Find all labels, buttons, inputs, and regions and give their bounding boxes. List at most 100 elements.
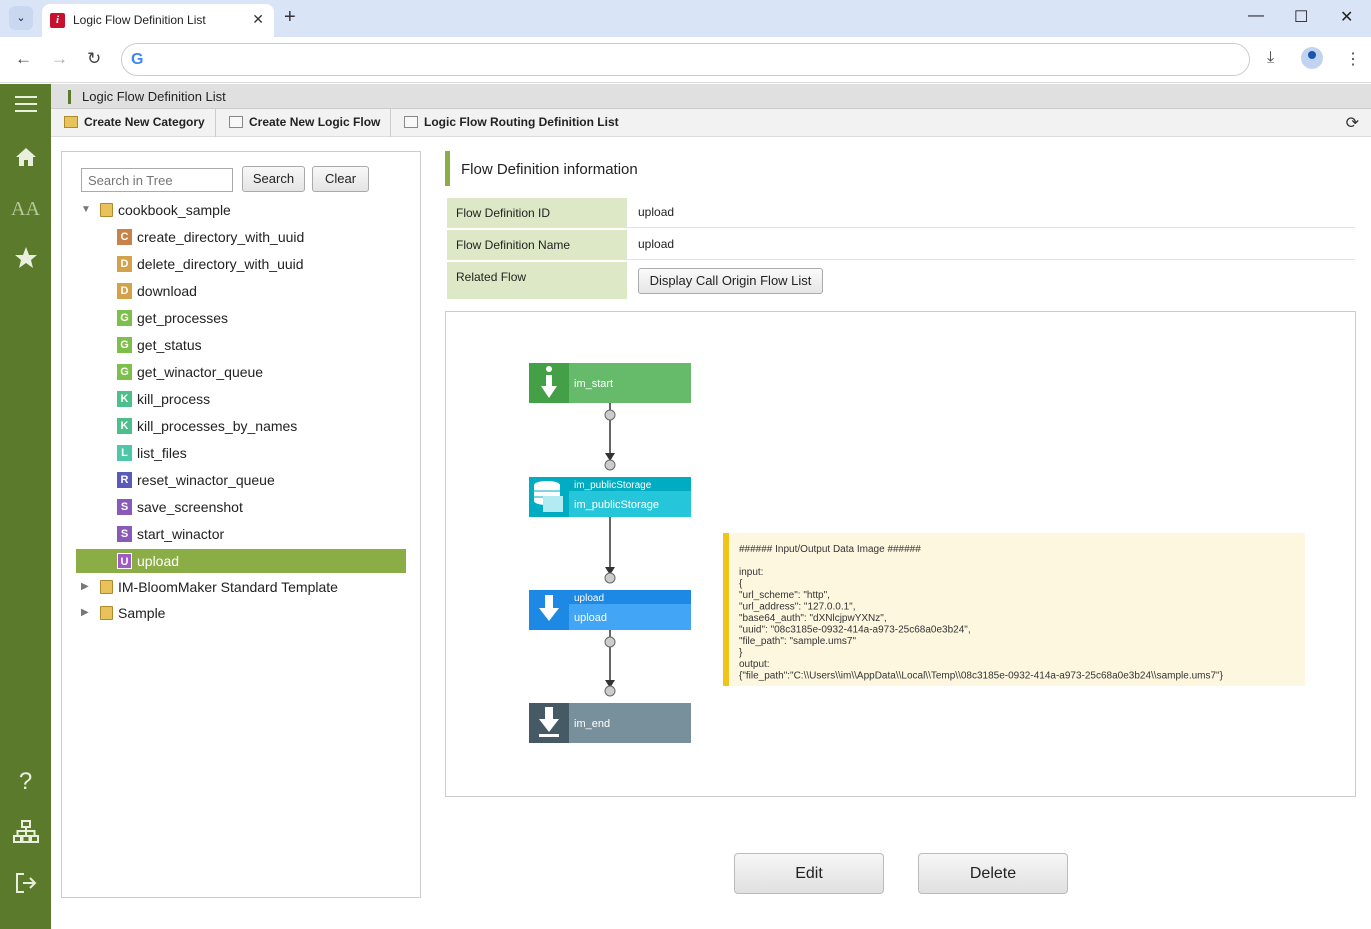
node-title: upload [574,612,607,624]
profile-avatar-icon[interactable] [1301,47,1323,69]
create-flow-button[interactable]: Create New Logic Flow [229,115,380,129]
tree-leaf[interactable]: Gget_processes [62,306,402,330]
delete-button[interactable]: Delete [918,853,1068,894]
connector-storage-upload [604,517,616,584]
tree-leaf-label: save_screenshot [137,499,243,515]
forward-arrow-icon[interactable]: → [51,49,68,69]
collapsed-triangle-icon[interactable]: ▶ [81,607,89,618]
tree-leaf-label: get_winactor_queue [137,364,264,380]
search-button[interactable]: Search [242,166,305,192]
minimize-button[interactable]: — [1248,7,1264,25]
flow-type-badge-icon: U [117,553,132,569]
tree-leaf-label: get_status [137,337,202,353]
routing-list-label: Logic Flow Routing Definition List [424,115,619,129]
info-row-related: Related Flow Display Call Origin Flow Li… [447,262,1355,299]
node-im-start[interactable]: im_start [529,363,691,403]
tree-folder-sample[interactable]: ▶ Sample [62,601,402,625]
tree-leaf-label: list_files [137,445,187,461]
tree-leaf[interactable]: Ccreate_directory_with_uuid [62,225,402,249]
folder-icon [100,606,113,620]
collapsed-triangle-icon[interactable]: ▶ [81,581,89,592]
note-line: "uuid": "08c3185e-0932-414a-a973-25c68a0… [739,625,971,636]
clear-button[interactable]: Clear [312,166,369,192]
tree-leaf-label: download [137,283,197,299]
app-sidebar: AA ? [0,84,51,929]
tab-close-icon[interactable]: ✕ [252,11,264,28]
omnibox-input[interactable]: G [121,43,1250,76]
node-subtitle: upload [574,593,604,604]
create-flow-label: Create New Logic Flow [249,115,381,129]
tree-leaf[interactable]: Rreset_winactor_queue [62,468,402,492]
tree-leaf[interactable]: Uupload [76,549,406,573]
node-upload[interactable]: upload upload [529,590,691,630]
tab-search-chevron-icon[interactable]: ⌄ [9,6,33,30]
flow-type-badge-icon: S [117,526,132,542]
refresh-icon[interactable]: ⟳ [1346,113,1359,133]
back-arrow-icon[interactable]: ← [15,49,32,69]
row-divider [627,227,1355,228]
tree-leaf[interactable]: Gget_status [62,333,402,357]
toolbar-divider [390,109,391,137]
app-title-bar: Logic Flow Definition List [51,84,1371,109]
folder-add-icon [64,116,78,128]
maximize-button[interactable]: ☐ [1294,7,1308,27]
edit-button[interactable]: Edit [734,853,884,894]
flow-type-badge-icon: D [117,283,132,299]
tree-leaf[interactable]: Ssave_screenshot [62,495,402,519]
close-window-button[interactable]: ✕ [1340,7,1353,27]
tree-leaf[interactable]: Kkill_process [62,387,402,411]
tree-leaf[interactable]: Ddownload [62,279,402,303]
note-line: ###### Input/Output Data Image ###### [739,544,921,555]
node-subtitle: im_publicStorage [574,480,652,491]
node-title: im_start [574,378,613,390]
download-icon[interactable]: ⤓ [1267,49,1274,67]
flow-diagram: im_start im_publicStorage im_publicStora… [445,311,1356,797]
favorites-star-icon[interactable] [0,246,51,276]
tree-leaf-label: get_processes [137,310,229,326]
tree-leaf[interactable]: Kkill_processes_by_names [62,414,402,438]
folder-icon [100,203,113,217]
io-data-note[interactable]: ###### Input/Output Data Image ###### inp… [723,533,1305,686]
help-icon[interactable]: ? [0,768,51,796]
toolbar: Create New Category Create New Logic Flo… [51,109,1371,137]
row-divider [627,259,1355,260]
routing-list-button[interactable]: Logic Flow Routing Definition List [404,115,619,129]
title-marker [68,90,71,104]
home-icon[interactable] [0,146,51,174]
expanded-triangle-icon[interactable]: ▼ [81,204,91,215]
flow-name-value: upload [638,237,675,251]
info-row-id: Flow Definition ID upload [447,198,1355,228]
browser-tab[interactable]: i Logic Flow Definition List ✕ [42,4,274,37]
flow-type-badge-icon: G [117,364,132,380]
node-im-public-storage[interactable]: im_publicStorage im_publicStorage [529,477,691,517]
app-favicon-icon: i [50,13,65,28]
toolbar-divider [215,109,216,137]
flow-type-badge-icon: R [117,472,132,488]
info-row-name: Flow Definition Name upload [447,230,1355,260]
node-im-end[interactable]: im_end [529,703,691,743]
connector-upload-end [604,630,616,697]
logout-icon[interactable] [0,871,51,901]
reload-icon[interactable]: ↻ [87,49,101,69]
page-title: Logic Flow Definition List [82,89,226,104]
tree-leaf[interactable]: Sstart_winactor [62,522,402,546]
browser-menu-icon[interactable]: ⋮ [1345,49,1361,69]
note-line: output: [739,659,770,670]
create-category-button[interactable]: Create New Category [64,115,205,129]
folder-label: Sample [118,605,166,621]
font-size-icon[interactable]: AA [0,198,51,221]
tree-leaf[interactable]: Gget_winactor_queue [62,360,402,384]
tree-search-input[interactable] [81,168,233,192]
tree-folder-cookbook-sample[interactable]: ▼ cookbook_sample [62,198,402,222]
tree-folder-bloommaker-template[interactable]: ▶ IM-BloomMaker Standard Template [62,575,402,599]
hamburger-menu-icon[interactable] [0,94,51,120]
related-flow-label: Related Flow [447,262,627,299]
tree-leaf[interactable]: Ddelete_directory_with_uuid [62,252,402,276]
folder-icon [100,580,113,594]
sitemap-icon[interactable] [0,820,51,850]
flow-add-icon [229,116,243,128]
new-tab-button[interactable]: + [284,6,296,29]
tree-leaf[interactable]: Llist_files [62,441,402,465]
display-call-origin-button[interactable]: Display Call Origin Flow List [638,268,823,294]
tree-leaf-label: kill_processes_by_names [137,418,298,434]
